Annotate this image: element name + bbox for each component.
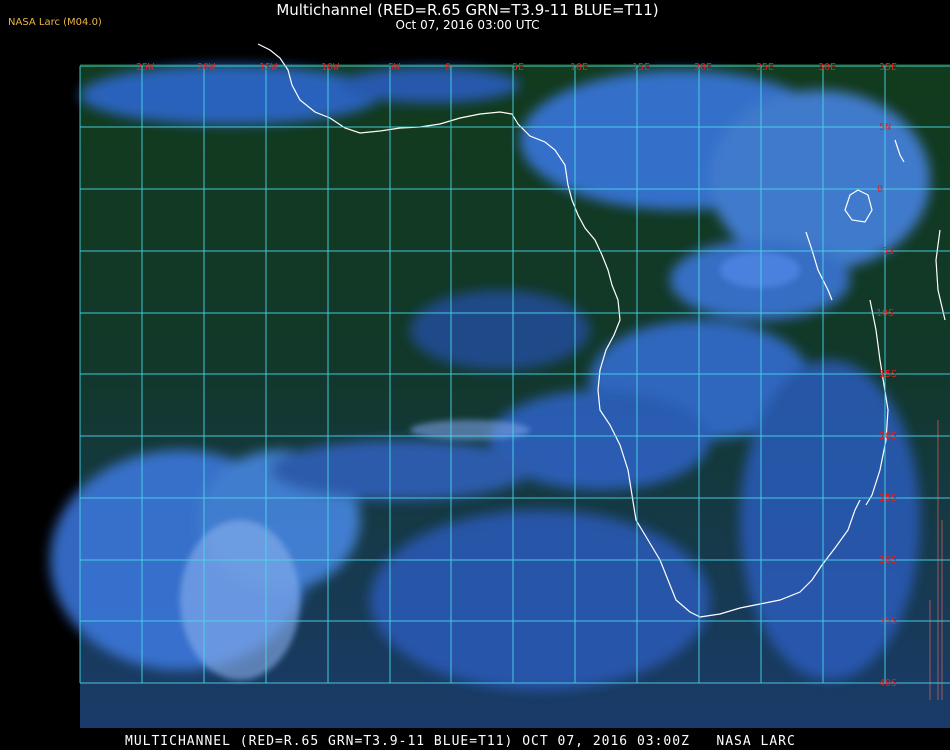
version-label: NASA Larc (M04.0) [8,17,102,28]
satellite-map: 25W 20W 15W 10W 5W 0 5E 10E 15E 20E 25E … [50,43,950,728]
footer-caption: MULTICHANNEL (RED=R.65 GRN=T3.9-11 BLUE=… [125,734,796,749]
lat-label: 35S [879,616,897,627]
lat-label: 5S [882,246,894,257]
page-subtitle: Oct 07, 2016 03:00 UTC [395,18,540,32]
lon-label: 15W [259,62,278,73]
lon-label: 20E [694,62,712,73]
lon-label: 5E [512,62,524,73]
lon-label: 35E [879,62,897,73]
lon-label: 25W [136,62,155,73]
lat-label: 30S [879,555,897,566]
lat-label: 5N [879,122,891,133]
page-title: Multichannel (RED=R.65 GRN=T3.9-11 BLUE=… [276,1,659,19]
lat-label: 20S [879,431,897,442]
lon-label: 30E [818,62,836,73]
lat-label: 25S [879,493,897,504]
lon-label: 10E [570,62,588,73]
lat-label: 40S [879,678,897,689]
lon-label: 15E [632,62,650,73]
lon-label: 5W [388,62,401,73]
lon-label: 10W [321,62,340,73]
lon-label: 0 [445,62,451,73]
lat-label: 0 [877,184,883,195]
lat-label: 15S [879,369,897,380]
lon-label: 20W [197,62,216,73]
lon-label: 25E [756,62,774,73]
lat-label: 10S [876,308,894,319]
